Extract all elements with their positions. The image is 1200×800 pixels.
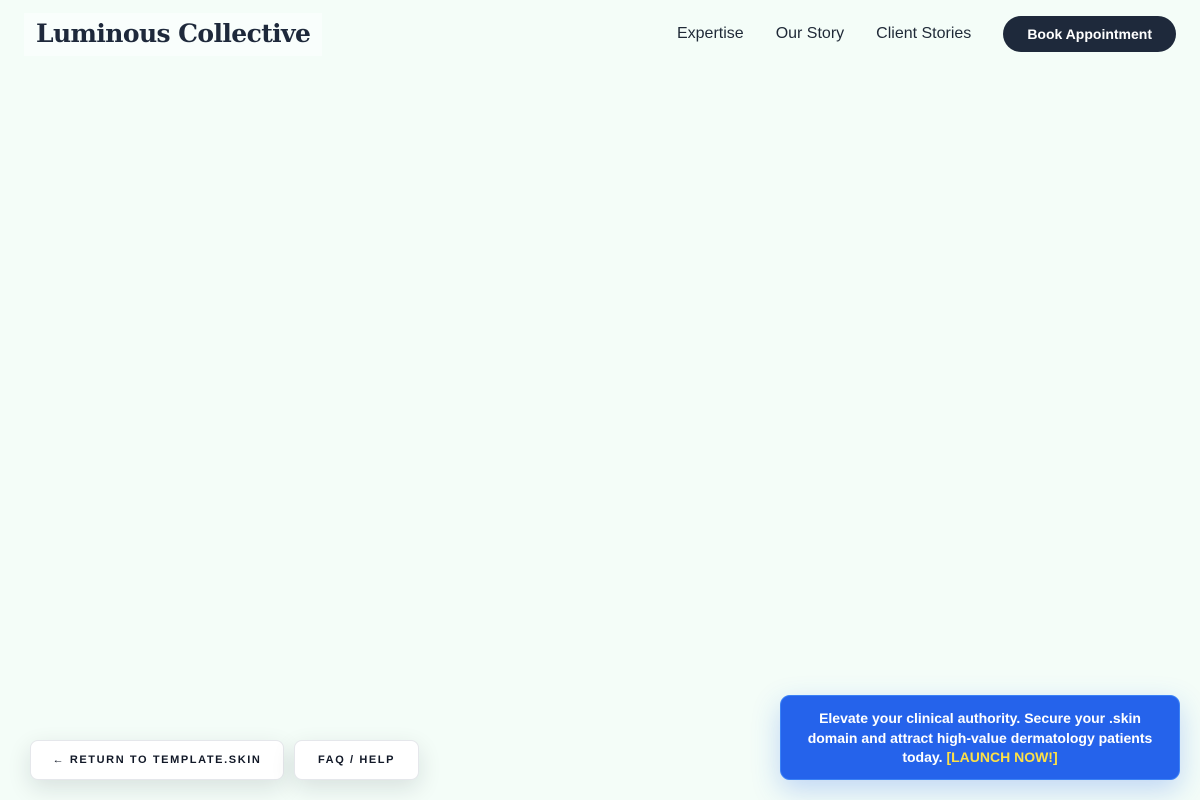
site-header: Luminous Collective Expertise Our Story … — [0, 0, 1200, 68]
nav-link-our-story[interactable]: Our Story — [776, 25, 844, 43]
main-nav: Expertise Our Story Client Stories Book … — [677, 0, 1176, 68]
book-appointment-button[interactable]: Book Appointment — [1003, 16, 1176, 52]
promo-banner: Elevate your clinical authority. Secure … — [780, 695, 1180, 780]
brand-logo[interactable]: Luminous Collective — [24, 12, 323, 56]
nav-link-client-stories[interactable]: Client Stories — [876, 25, 971, 43]
return-to-template-button[interactable]: ← RETURN TO TEMPLATE.SKIN — [30, 740, 284, 780]
promo-launch-link[interactable]: [LAUNCH NOW!] — [946, 749, 1057, 765]
faq-help-button[interactable]: FAQ / HELP — [294, 740, 419, 780]
nav-link-expertise[interactable]: Expertise — [677, 25, 744, 43]
